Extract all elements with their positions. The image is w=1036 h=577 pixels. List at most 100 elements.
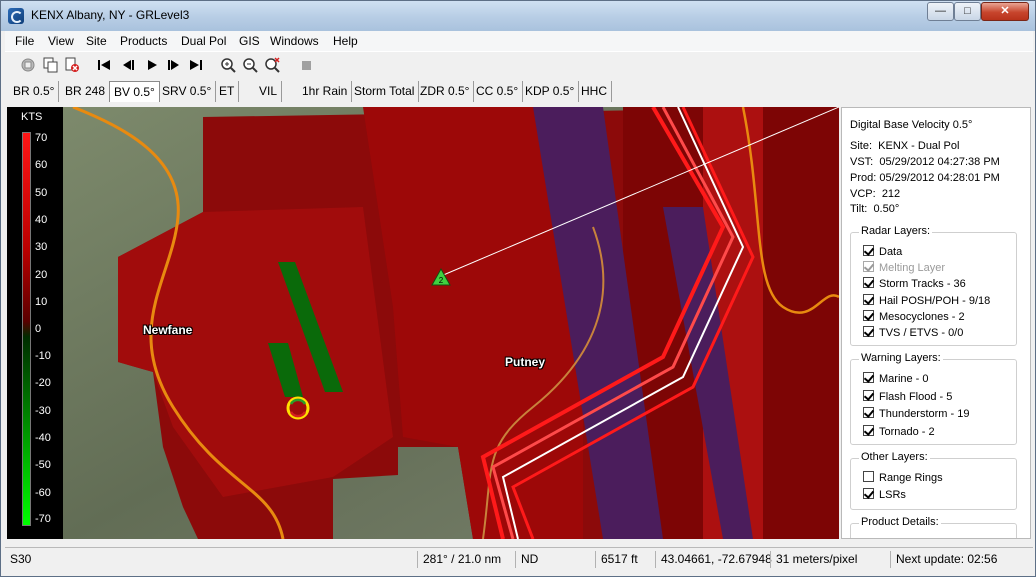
- legend-tick: -30: [35, 405, 51, 417]
- tab-hhc[interactable]: HHC: [577, 81, 612, 102]
- menu-products[interactable]: Products: [120, 34, 167, 48]
- place-label-newfane: Newfane: [143, 323, 193, 337]
- legend-tick: 30: [35, 241, 48, 253]
- layer-melting-checkbox: Melting Layer: [863, 261, 945, 274]
- legend-tick: -60: [35, 487, 51, 499]
- window-title: KENX Albany, NY - GRLevel3: [31, 8, 190, 22]
- title-bar: KENX Albany, NY - GRLevel3 — □ ✕: [1, 1, 1035, 31]
- tab-et[interactable]: ET: [215, 81, 240, 102]
- warning-layers-group: Warning Layers: Marine - 0 Flash Flood -…: [850, 352, 1017, 445]
- warning-tornado-checkbox[interactable]: Tornado - 2: [863, 425, 935, 438]
- product-heading: Digital Base Velocity 0.5°: [850, 119, 973, 131]
- tab-vil[interactable]: VIL: [255, 81, 283, 102]
- site-row: Site: KENX - Dual Pol: [850, 140, 960, 152]
- menu-bar: File View Site Products Dual Pol GIS Win…: [5, 31, 1033, 51]
- toolbar: [5, 51, 1033, 77]
- tab-cc-05[interactable]: CC 0.5°: [472, 81, 524, 102]
- legend-tick: 40: [35, 214, 48, 226]
- last-frame-icon[interactable]: [187, 56, 205, 74]
- legend-tick: 70: [35, 132, 48, 144]
- legend-tick: 20: [35, 269, 48, 281]
- tilt-row: Tilt: 0.50°: [850, 203, 900, 215]
- layer-tvs-checkbox[interactable]: TVS / ETVS - 0/0: [863, 326, 963, 339]
- radar-layers-title: Radar Layers:: [859, 225, 933, 237]
- status-bar: S30 281° / 21.0 nm ND 6517 ft 43.04661, …: [5, 547, 1033, 569]
- legend-tick: -70: [35, 513, 51, 525]
- product-details-group: Product Details:: [850, 516, 1017, 538]
- stop-icon[interactable]: [297, 56, 315, 74]
- layer-storm-tracks-checkbox[interactable]: Storm Tracks - 36: [863, 277, 966, 290]
- app-window: KENX Albany, NY - GRLevel3 — □ ✕ File Vi…: [0, 0, 1036, 577]
- layer-data-checkbox[interactable]: Data: [863, 245, 902, 258]
- velocity-color-legend: KTS 70 60 50 40 30 20 10 0 -10 -20 -30 -…: [7, 107, 63, 539]
- play-icon[interactable]: [143, 56, 161, 74]
- storm-cell-id: 2: [439, 276, 444, 285]
- maximize-button[interactable]: □: [954, 2, 981, 21]
- warning-layers-title: Warning Layers:: [859, 352, 943, 364]
- range-rings-checkbox[interactable]: Range Rings: [863, 471, 943, 484]
- vst-row: VST: 05/29/2012 04:27:38 PM: [850, 156, 1000, 168]
- legend-color-bar: [22, 132, 31, 526]
- status-azimuth-range: 281° / 21.0 nm: [417, 551, 515, 568]
- other-layers-group: Other Layers: Range Rings LSRs: [850, 451, 1017, 510]
- tab-zdr-05[interactable]: ZDR 0.5°: [416, 81, 475, 102]
- first-frame-icon[interactable]: [95, 56, 113, 74]
- legend-tick: 10: [35, 296, 48, 308]
- product-tabs: BR 0.5° BR 248 BV 0.5° SRV 0.5° ET VIL 1…: [5, 79, 1033, 103]
- tab-storm-total[interactable]: Storm Total: [350, 81, 420, 102]
- tab-kdp-05[interactable]: KDP 0.5°: [521, 81, 580, 102]
- legend-tick: 0: [35, 323, 42, 335]
- legend-tick: -10: [35, 350, 51, 362]
- legend-tick: -40: [35, 432, 51, 444]
- status-height: 6517 ft: [595, 551, 655, 568]
- status-next-update: Next update: 02:56: [890, 551, 1030, 568]
- layer-hail-checkbox[interactable]: Hail POSH/POH - 9/18: [863, 294, 990, 307]
- other-layers-title: Other Layers:: [859, 451, 930, 463]
- legend-tick: 60: [35, 159, 48, 171]
- next-frame-icon[interactable]: [165, 56, 183, 74]
- zoom-out-icon[interactable]: [241, 56, 259, 74]
- info-panel: Digital Base Velocity 0.5° Site: KENX - …: [841, 107, 1031, 539]
- tab-br-05[interactable]: BR 0.5°: [9, 81, 60, 102]
- zoom-in-icon[interactable]: [219, 56, 237, 74]
- app-icon: [8, 8, 24, 24]
- status-bin: S30: [10, 552, 32, 566]
- prod-row: Prod: 05/29/2012 04:28:01 PM: [850, 172, 1000, 184]
- warning-thunderstorm-checkbox[interactable]: Thunderstorm - 19: [863, 407, 969, 420]
- warning-flash-flood-checkbox[interactable]: Flash Flood - 5: [863, 390, 952, 403]
- velocity-returns: [118, 107, 839, 539]
- legend-unit: KTS: [21, 111, 43, 123]
- duplicate-icon[interactable]: [41, 56, 59, 74]
- lsrs-checkbox[interactable]: LSRs: [863, 488, 906, 501]
- radar-layers-group: Radar Layers: Data Melting Layer Storm T…: [850, 225, 1017, 346]
- radar-map[interactable]: 2 Newfane Putney: [63, 107, 839, 539]
- menu-file[interactable]: File: [15, 34, 34, 48]
- vcp-row: VCP: 212: [850, 188, 901, 200]
- delete-icon[interactable]: [63, 56, 81, 74]
- product-details-title: Product Details:: [859, 516, 941, 528]
- warning-marine-checkbox[interactable]: Marine - 0: [863, 372, 929, 385]
- tab-bv-05[interactable]: BV 0.5°: [109, 81, 160, 102]
- minimize-button[interactable]: —: [927, 2, 954, 21]
- menu-view[interactable]: View: [48, 34, 74, 48]
- layer-mesocyclones-checkbox[interactable]: Mesocyclones - 2: [863, 310, 965, 323]
- legend-tick: 50: [35, 187, 48, 199]
- previous-frame-icon[interactable]: [119, 56, 137, 74]
- menu-site[interactable]: Site: [86, 34, 107, 48]
- close-button[interactable]: ✕: [981, 2, 1029, 21]
- place-label-putney: Putney: [505, 355, 546, 369]
- status-value: ND: [515, 551, 595, 568]
- status-coordinates: 43.04661, -72.67948: [655, 551, 772, 568]
- tab-1hr-rain[interactable]: 1hr Rain: [298, 81, 353, 102]
- tab-srv-05[interactable]: SRV 0.5°: [158, 81, 217, 102]
- menu-dual-pol[interactable]: Dual Pol: [181, 34, 226, 48]
- menu-windows[interactable]: Windows: [270, 34, 319, 48]
- tab-br-248[interactable]: BR 248: [61, 81, 111, 102]
- legend-tick: -50: [35, 459, 51, 471]
- menu-gis[interactable]: GIS: [239, 34, 260, 48]
- legend-tick: -20: [35, 377, 51, 389]
- copy-icon[interactable]: [19, 56, 37, 74]
- status-resolution: 31 meters/pixel: [770, 551, 890, 568]
- menu-help[interactable]: Help: [333, 34, 358, 48]
- clear-zoom-icon[interactable]: [263, 56, 281, 74]
